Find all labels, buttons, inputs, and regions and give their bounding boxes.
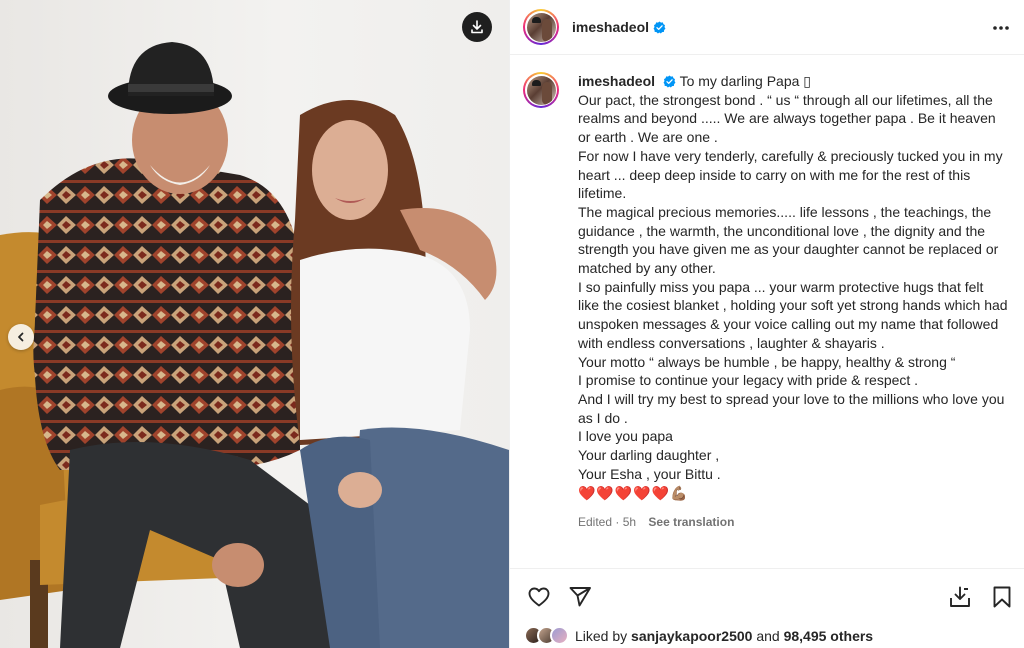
post-photo <box>0 42 509 648</box>
caption-body: imeshadeol To my darling Papa ▯ Our pact… <box>578 72 1008 532</box>
caption-paragraph: Your darling daughter , <box>578 447 720 464</box>
share-paper-plane-icon[interactable] <box>568 585 592 609</box>
chevron-left-icon <box>18 332 24 342</box>
post-header: imeshadeol <box>510 0 1024 55</box>
caption-paragraph: And I will try my best to spread your lo… <box>578 390 1005 426</box>
caption: imeshadeol To my darling Papa ▯ Our pact… <box>523 72 1013 532</box>
likes-count[interactable]: 98,495 others <box>784 628 874 644</box>
more-options-icon[interactable] <box>991 18 1011 38</box>
liked-by-prefix: Liked by <box>575 627 628 644</box>
see-translation-link[interactable]: See translation <box>648 515 734 529</box>
action-bar: Liked by sanjaykapoor2500 and 98,495 oth… <box>510 568 1024 648</box>
caption-paragraph: The magical precious memories..... life … <box>578 203 999 277</box>
caption-first-line: imeshadeol To my darling Papa ▯ <box>578 72 1008 91</box>
caption-lead: To my darling Papa ▯ <box>679 73 811 89</box>
caption-paragraph: I so painfully miss you papa ... your wa… <box>578 278 1008 351</box>
caption-avatar[interactable] <box>523 72 559 108</box>
like-heart-icon[interactable] <box>527 585 551 609</box>
download-button[interactable] <box>462 12 492 42</box>
liked-by-user[interactable]: sanjaykapoor2500 <box>631 628 752 644</box>
caption-emojis: ❤️❤️❤️❤️❤️💪🏽 <box>578 485 689 502</box>
likes-summary: Liked by sanjaykapoor2500 and 98,495 oth… <box>524 626 873 645</box>
liked-by-and: and <box>756 627 780 644</box>
caption-paragraph: Your Esha , your Bittu . <box>578 465 721 482</box>
save-to-collection-icon[interactable] <box>948 585 972 609</box>
download-icon <box>471 20 483 34</box>
liker-avatar <box>550 626 569 645</box>
caption-meta: Edited · 5h See translation <box>578 513 1008 532</box>
caption-paragraph: Your motto “ always be humble , be happy… <box>578 353 956 370</box>
bookmark-icon[interactable] <box>990 585 1014 609</box>
caption-paragraph: For now I have very tenderly, carefully … <box>578 147 1003 202</box>
caption-paragraph: I promise to continue your legacy with p… <box>578 372 919 389</box>
header-username[interactable]: imeshadeol <box>572 19 649 35</box>
caption-paragraph: I love you papa <box>578 428 673 445</box>
previous-media-button[interactable] <box>8 324 34 350</box>
post-media <box>0 0 509 648</box>
verified-badge-icon <box>653 20 666 33</box>
caption-paragraph: Our pact, the strongest bond . “ us “ th… <box>578 91 996 146</box>
liker-avatars[interactable] <box>524 626 569 645</box>
verified-badge-icon <box>663 75 676 88</box>
caption-username[interactable]: imeshadeol <box>578 73 655 89</box>
edited-timestamp: Edited · 5h <box>578 515 637 530</box>
post-panel: imeshadeol imeshadeol To my darling Papa… <box>509 0 1024 648</box>
avatar[interactable] <box>523 9 559 45</box>
